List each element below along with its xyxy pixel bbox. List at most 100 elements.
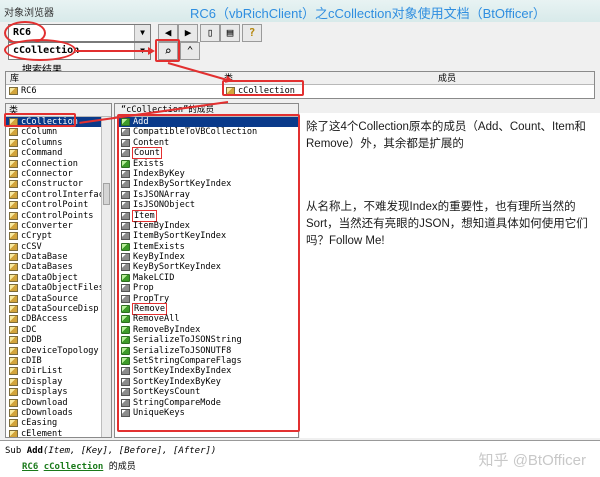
class-icon	[9, 201, 18, 210]
class-list-item[interactable]: cElement	[6, 428, 102, 438]
class-list-item[interactable]: cDownloads	[6, 408, 102, 418]
class-list-item[interactable]: cConnector	[6, 169, 102, 179]
class-list-item[interactable]: cControlPoints	[6, 211, 102, 221]
class-icon	[9, 325, 18, 334]
class-name: cControlInterface	[21, 189, 109, 200]
class-icon	[9, 315, 18, 324]
class-name: cDataSource	[21, 293, 78, 304]
class-list-item[interactable]: cDataSource	[6, 294, 102, 304]
view-definition-button[interactable]: ▤	[220, 24, 240, 42]
class-list-item[interactable]: cConstructor	[6, 179, 102, 189]
class-list-item[interactable]: cDownload	[6, 398, 102, 408]
class-icon	[9, 377, 18, 386]
collapse-results-button[interactable]: ⌃	[180, 42, 200, 60]
sub-keyword: Sub	[5, 446, 22, 456]
class-list-item[interactable]: cDataBases	[6, 262, 102, 272]
class-name: cColumn	[21, 127, 58, 138]
class-icon	[9, 346, 18, 355]
class-list-item[interactable]: cDIB	[6, 356, 102, 366]
class-name: cDataBases	[21, 262, 73, 273]
classes-panel: 类 cCollection cColumn cColumns cCommand cCon…	[5, 103, 112, 438]
members-highlight-box	[117, 114, 300, 432]
class-list-item[interactable]: cConverter	[6, 221, 102, 231]
class-list-item[interactable]: cColumns	[6, 138, 102, 148]
class-icon	[9, 221, 18, 230]
class-name: cDataObject	[21, 272, 78, 283]
help-button[interactable]: ?	[242, 24, 262, 42]
view-definition-icon: ▤	[226, 26, 234, 39]
class-name: cDownloads	[21, 407, 73, 418]
class-list-item[interactable]: cDC	[6, 325, 102, 335]
class-list-item[interactable]: cDataObjectFiles	[6, 283, 104, 294]
chevron-up-icon: ⌃	[186, 44, 194, 57]
class-list-item[interactable]: cDeviceTopology	[6, 346, 102, 356]
class-list-item[interactable]: cControlPoint	[6, 200, 102, 210]
signature-member-name: Add	[26, 446, 43, 456]
class-icon	[9, 232, 18, 241]
class-name: cDownload	[21, 397, 68, 408]
class-icon	[9, 190, 18, 199]
class-icon	[9, 138, 18, 147]
class-list-item[interactable]: cColumn	[6, 127, 102, 137]
class-icon	[9, 159, 18, 168]
column-member[interactable]: 成员	[438, 72, 456, 84]
class-name: cElement	[21, 428, 63, 438]
search-button-highlight	[155, 39, 180, 62]
details-pane: Sub Add(Item, [Key], [Before], [After]) …	[0, 440, 600, 477]
class-list-item[interactable]: cCrypt	[6, 231, 102, 241]
copy-button[interactable]: ▯	[200, 24, 220, 42]
class-name: cConnection	[21, 158, 78, 169]
annotation-arrow	[76, 50, 148, 52]
class-list-item[interactable]: cDataSourceDisp	[6, 304, 102, 314]
class-list-item[interactable]: cDataObject	[6, 273, 102, 283]
class-name: cDisplay	[21, 376, 63, 387]
class-name: cEasing	[21, 418, 58, 429]
title-bar: 对象浏览器 RC6（vbRichClient）之cCollection对象使用文…	[0, 0, 600, 22]
class-name: cDBAccess	[21, 314, 68, 325]
search-highlight-oval	[4, 39, 76, 61]
annotation-area: 除了这4个Collection原本的成员（Add、Count、Item和Remo…	[300, 113, 600, 438]
column-library[interactable]: 库	[10, 72, 19, 84]
class-icon	[9, 429, 18, 437]
class-icon	[9, 356, 18, 365]
class-icon	[9, 242, 18, 251]
library-link[interactable]: RC6	[22, 462, 38, 472]
class-list-item[interactable]: cDirList	[6, 366, 102, 376]
class-name: cConnector	[21, 168, 73, 179]
back-arrow-icon: ◀	[164, 26, 172, 39]
watermark: 知乎 @BtOfficer	[478, 452, 586, 469]
class-icon	[9, 398, 18, 407]
forward-button[interactable]: ▶	[178, 24, 198, 42]
class-list-item[interactable]: cDisplays	[6, 387, 102, 397]
class-name: cDeviceTopology	[21, 345, 99, 356]
class-name: cDataObjectFiles	[21, 283, 104, 294]
class-icon	[9, 419, 18, 428]
class-link[interactable]: cCollection	[44, 462, 104, 472]
class-list-item[interactable]: cControlInterface	[6, 190, 109, 200]
class-name: cControlPoints	[21, 210, 94, 221]
library-icon	[9, 87, 18, 95]
signature-params: (Item, [Key], [Before], [After])	[42, 446, 217, 456]
class-list-item[interactable]: cDDB	[6, 335, 102, 345]
help-icon: ?	[248, 26, 256, 39]
class-list-item[interactable]: cCommand	[6, 148, 102, 158]
chevron-down-icon[interactable]: ▼	[134, 25, 150, 41]
class-list-item[interactable]: cEasing	[6, 418, 102, 428]
class-list-item[interactable]: cDisplay	[6, 377, 102, 387]
class-name: cControlPoint	[21, 200, 89, 211]
class-list-item[interactable]: cConnection	[6, 159, 102, 169]
class-icon	[9, 180, 18, 189]
classes-scrollbar-thumb[interactable]	[103, 183, 110, 205]
annotation-note-1: 除了这4个Collection原本的成员（Add、Count、Item和Remo…	[306, 121, 586, 150]
classes-scrollbar[interactable]	[101, 117, 111, 437]
class-icon	[9, 367, 18, 376]
result-library: RC6	[21, 86, 37, 96]
app-title: 对象浏览器	[4, 8, 54, 19]
class-list-item[interactable]: cDataBase	[6, 252, 102, 262]
class-icon	[9, 253, 18, 262]
class-list-item[interactable]: cCSV	[6, 242, 102, 252]
class-icon	[9, 284, 18, 293]
class-list-item[interactable]: cDBAccess	[6, 314, 102, 324]
class-name: cCSV	[21, 241, 42, 252]
class-name: cDC	[21, 324, 37, 335]
